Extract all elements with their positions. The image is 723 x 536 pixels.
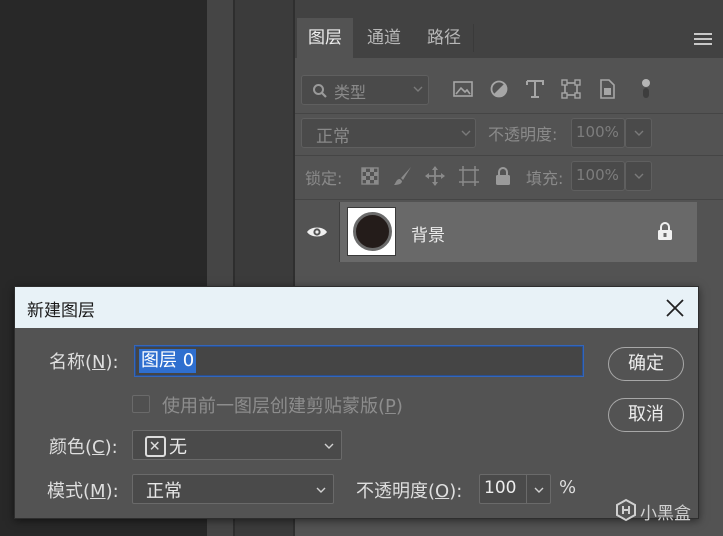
thumbnail-image [353,212,392,251]
type-filter-icon[interactable] [524,78,546,100]
watermark: 小黑盒 [610,497,720,524]
lock-artboard-icon[interactable] [458,165,480,187]
chevron-down-icon [634,173,644,179]
opacity-value: 100% [576,123,619,141]
chevron-down-icon [316,487,326,493]
fill-dropdown-button[interactable] [625,161,652,191]
adjustment-filter-icon[interactable] [488,78,510,100]
divider [526,475,527,503]
tab-channels[interactable]: 通道 [355,18,413,58]
image-filter-icon[interactable] [452,78,474,100]
dialog-title-bar [15,287,698,328]
chevron-down-icon [634,130,644,136]
shape-filter-icon[interactable] [560,78,582,100]
lock-transparent-pixels-icon[interactable] [359,165,381,187]
cancel-button[interactable]: 取消 [608,398,684,432]
blend-mode-value: 正常 [316,127,350,147]
opacity-input[interactable]: 100 [479,474,551,504]
layer-name[interactable]: 背景 [411,221,445,246]
lock-all-icon[interactable] [492,165,514,187]
tab-paths[interactable]: 路径 [415,18,473,58]
chevron-down-icon[interactable] [533,485,545,495]
lock-label: 锁定: [305,169,343,188]
filter-type-label: 类型 [334,83,367,102]
fill-value: 100% [576,166,619,184]
layer-name-value: 图层 0 [139,349,197,373]
blend-mode-select[interactable]: 正常 [301,118,476,148]
clipping-mask-label: 使用前一图层创建剪贴蒙版(P) [162,396,403,417]
color-value: 无 [169,437,187,458]
layer-thumbnail[interactable] [347,207,396,256]
tab-divider [473,24,474,52]
ok-button[interactable]: 确定 [608,347,684,381]
close-icon[interactable] [662,295,688,321]
opacity-value: 100 [484,478,517,498]
opacity-input[interactable]: 100% [571,118,625,148]
panel-menu-icon[interactable] [694,33,712,47]
color-label: 颜色(C): [49,437,118,458]
mode-select[interactable]: 正常 [132,474,334,504]
chevron-down-icon [324,443,334,449]
opacity-dropdown-button[interactable] [625,118,652,148]
watermark-text: 小黑盒 [640,504,691,524]
smart-object-filter-icon[interactable] [596,78,618,100]
heybox-logo-icon [616,498,636,522]
chevron-down-icon [413,86,423,92]
visibility-toggle[interactable] [295,202,339,262]
name-label: 名称(N): [49,352,119,373]
divider [295,155,723,156]
opacity-label: 不透明度: [488,125,558,144]
filter-toggle-icon[interactable] [638,78,654,100]
opacity-label: 不透明度(O): [356,481,463,502]
divider [339,202,340,262]
divider [295,113,723,114]
tab-layers[interactable]: 图层 [297,18,353,58]
fill-input[interactable]: 100% [571,161,625,191]
lock-position-icon[interactable] [424,165,446,187]
clipping-mask-checkbox[interactable] [132,395,150,413]
layer-lock-icon[interactable] [656,221,674,241]
eye-icon [307,227,327,237]
chevron-down-icon [461,130,471,136]
color-select[interactable]: 无 [132,430,342,460]
mode-label: 模式(M): [47,481,119,502]
layer-name-input[interactable]: 图层 0 [134,345,584,377]
no-color-icon [145,436,166,457]
search-icon [313,84,327,98]
lock-image-pixels-icon[interactable] [392,165,414,187]
fill-label: 填充: [526,169,564,188]
mode-value: 正常 [146,481,182,502]
dialog-title: 新建图层 [27,301,95,321]
percent-unit: % [559,477,577,498]
layer-filter-select[interactable]: 类型 [301,75,429,105]
new-layer-dialog: 新建图层 名称(N): 图层 0 使用前一图层创建剪贴蒙版(P) 颜色(C): … [14,286,699,519]
divider [295,199,723,200]
